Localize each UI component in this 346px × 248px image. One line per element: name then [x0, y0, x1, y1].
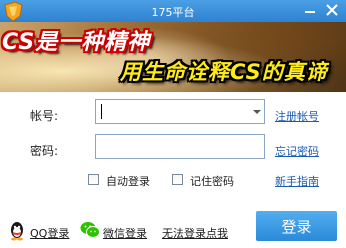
login-window: 175平台 CS是一种精神 用生命诠释CS的真谛 帐号: 注册帐号 密码: 忘记…: [0, 0, 346, 248]
account-input[interactable]: [98, 102, 246, 121]
qq-penguin-icon[interactable]: [8, 221, 26, 241]
auto-login-checkbox[interactable]: [88, 174, 99, 185]
qq-login-link[interactable]: QQ登录: [30, 225, 69, 241]
forgot-password-link[interactable]: 忘记密码: [275, 143, 319, 159]
wechat-login-link[interactable]: 微信登录: [103, 225, 147, 241]
auto-login-label[interactable]: 自动登录: [106, 173, 150, 189]
password-label: 密码:: [30, 144, 59, 158]
close-icon[interactable]: [322, 2, 342, 19]
window-title: 175平台: [151, 6, 195, 19]
banner-slogan-line1: CS是一种精神: [2, 30, 151, 55]
remember-password-label[interactable]: 记住密码: [190, 173, 234, 189]
wechat-icon[interactable]: [80, 221, 100, 239]
minimize-icon[interactable]: [300, 2, 320, 19]
banner-slogan-line2: 用生命诠释CS的真谛: [120, 60, 328, 84]
password-input[interactable]: [98, 137, 262, 156]
remember-password-checkbox[interactable]: [172, 174, 183, 185]
banner-image: CS是一种精神 用生命诠释CS的真谛: [0, 22, 346, 92]
account-label: 帐号:: [30, 109, 59, 123]
beginner-guide-link[interactable]: 新手指南: [275, 173, 319, 189]
text-caret: [101, 104, 102, 119]
dropdown-arrow-icon[interactable]: [253, 110, 261, 114]
password-field[interactable]: [95, 134, 265, 159]
account-combobox[interactable]: [95, 99, 265, 124]
register-account-link[interactable]: 注册帐号: [275, 108, 319, 124]
title-bar[interactable]: 175平台: [0, 0, 346, 22]
login-button[interactable]: 登录: [256, 211, 337, 241]
cannot-login-link[interactable]: 无法登录点我: [162, 225, 228, 241]
